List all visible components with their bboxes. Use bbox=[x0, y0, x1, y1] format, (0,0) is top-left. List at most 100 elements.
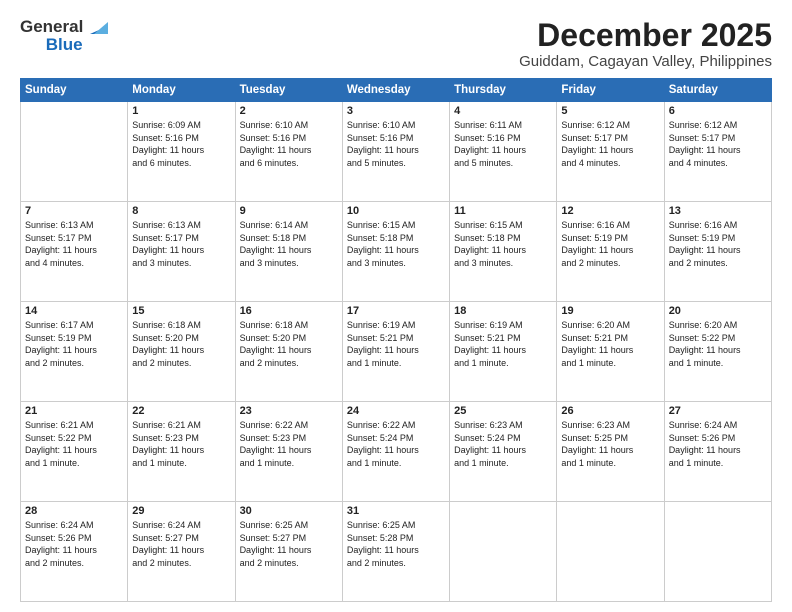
day-info: Sunrise: 6:15 AM Sunset: 5:18 PM Dayligh… bbox=[454, 219, 552, 269]
location-title: Guiddam, Cagayan Valley, Philippines bbox=[519, 53, 772, 70]
day-number: 1 bbox=[132, 105, 230, 117]
day-number: 10 bbox=[347, 205, 445, 217]
day-info: Sunrise: 6:14 AM Sunset: 5:18 PM Dayligh… bbox=[240, 219, 338, 269]
day-info: Sunrise: 6:12 AM Sunset: 5:17 PM Dayligh… bbox=[561, 119, 659, 169]
day-info: Sunrise: 6:25 AM Sunset: 5:27 PM Dayligh… bbox=[240, 519, 338, 569]
table-row: 14 Sunrise: 6:17 AM Sunset: 5:19 PM Dayli… bbox=[21, 302, 128, 402]
day-info: Sunrise: 6:13 AM Sunset: 5:17 PM Dayligh… bbox=[25, 219, 123, 269]
day-number: 18 bbox=[454, 305, 552, 317]
title-block: December 2025 Guiddam, Cagayan Valley, P… bbox=[519, 18, 772, 70]
day-number: 13 bbox=[669, 205, 767, 217]
table-row: 22 Sunrise: 6:21 AM Sunset: 5:23 PM Dayli… bbox=[128, 402, 235, 502]
table-row: 21Sunrise: 6:21 AM Sunset: 5:22 PM Dayli… bbox=[21, 402, 128, 502]
day-info: Sunrise: 6:23 AM Sunset: 5:25 PM Dayligh… bbox=[561, 419, 659, 469]
table-row: 27Sunrise: 6:24 AM Sunset: 5:26 PM Dayli… bbox=[664, 402, 771, 502]
weekday-header-row: Sunday Monday Tuesday Wednesday Thursday… bbox=[21, 79, 772, 102]
table-row: 1 Sunrise: 6:09 AM Sunset: 5:16 PM Daylig… bbox=[128, 102, 235, 202]
table-row: 31 Sunrise: 6:25 AM Sunset: 5:28 PM Dayli… bbox=[342, 502, 449, 602]
day-number: 29 bbox=[132, 505, 230, 517]
week-row-1: 1 Sunrise: 6:09 AM Sunset: 5:16 PM Daylig… bbox=[21, 102, 772, 202]
day-number: 23 bbox=[240, 405, 338, 417]
table-row: 26 Sunrise: 6:23 AM Sunset: 5:25 PM Dayli… bbox=[557, 402, 664, 502]
day-number: 14 bbox=[25, 305, 123, 317]
table-row: 11 Sunrise: 6:15 AM Sunset: 5:18 PM Dayli… bbox=[450, 202, 557, 302]
table-row: 10 Sunrise: 6:15 AM Sunset: 5:18 PM Dayli… bbox=[342, 202, 449, 302]
day-info: Sunrise: 6:21 AM Sunset: 5:23 PM Dayligh… bbox=[132, 419, 230, 469]
day-info: Sunrise: 6:10 AM Sunset: 5:16 PM Dayligh… bbox=[240, 119, 338, 169]
day-info: Sunrise: 6:24 AM Sunset: 5:26 PM Dayligh… bbox=[669, 419, 767, 469]
logo-image: General Blue bbox=[20, 18, 108, 53]
table-row: 24 Sunrise: 6:22 AM Sunset: 5:24 PM Dayli… bbox=[342, 402, 449, 502]
table-row: 6Sunrise: 6:12 AM Sunset: 5:17 PM Daylig… bbox=[664, 102, 771, 202]
table-row: 20Sunrise: 6:20 AM Sunset: 5:22 PM Dayli… bbox=[664, 302, 771, 402]
header-sunday: Sunday bbox=[21, 79, 128, 102]
calendar-table: Sunday Monday Tuesday Wednesday Thursday… bbox=[20, 78, 772, 602]
table-row: 19Sunrise: 6:20 AM Sunset: 5:21 PM Dayli… bbox=[557, 302, 664, 402]
table-row: 15Sunrise: 6:18 AM Sunset: 5:20 PM Dayli… bbox=[128, 302, 235, 402]
day-info: Sunrise: 6:18 AM Sunset: 5:20 PM Dayligh… bbox=[132, 319, 230, 369]
day-number: 11 bbox=[454, 205, 552, 217]
table-row: 28Sunrise: 6:24 AM Sunset: 5:26 PM Dayli… bbox=[21, 502, 128, 602]
table-row: 9 Sunrise: 6:14 AM Sunset: 5:18 PM Daylig… bbox=[235, 202, 342, 302]
table-row bbox=[21, 102, 128, 202]
table-row: 4 Sunrise: 6:11 AM Sunset: 5:16 PM Daylig… bbox=[450, 102, 557, 202]
table-row: 30 Sunrise: 6:25 AM Sunset: 5:27 PM Dayli… bbox=[235, 502, 342, 602]
day-info: Sunrise: 6:12 AM Sunset: 5:17 PM Dayligh… bbox=[669, 119, 767, 169]
day-number: 9 bbox=[240, 205, 338, 217]
day-number: 24 bbox=[347, 405, 445, 417]
day-info: Sunrise: 6:17 AM Sunset: 5:19 PM Dayligh… bbox=[25, 319, 123, 369]
table-row: 23 Sunrise: 6:22 AM Sunset: 5:23 PM Dayli… bbox=[235, 402, 342, 502]
day-info: Sunrise: 6:22 AM Sunset: 5:23 PM Dayligh… bbox=[240, 419, 338, 469]
day-number: 4 bbox=[454, 105, 552, 117]
day-info: Sunrise: 6:13 AM Sunset: 5:17 PM Dayligh… bbox=[132, 219, 230, 269]
table-row: 7 Sunrise: 6:13 AM Sunset: 5:17 PM Daylig… bbox=[21, 202, 128, 302]
week-row-3: 14 Sunrise: 6:17 AM Sunset: 5:19 PM Dayli… bbox=[21, 302, 772, 402]
logo-line2: Blue bbox=[46, 36, 83, 53]
day-number: 12 bbox=[561, 205, 659, 217]
header-thursday: Thursday bbox=[450, 79, 557, 102]
month-title: December 2025 bbox=[519, 18, 772, 53]
table-row: 2 Sunrise: 6:10 AM Sunset: 5:16 PM Daylig… bbox=[235, 102, 342, 202]
table-row: 12Sunrise: 6:16 AM Sunset: 5:19 PM Dayli… bbox=[557, 202, 664, 302]
day-number: 31 bbox=[347, 505, 445, 517]
table-row bbox=[664, 502, 771, 602]
day-info: Sunrise: 6:25 AM Sunset: 5:28 PM Dayligh… bbox=[347, 519, 445, 569]
day-info: Sunrise: 6:24 AM Sunset: 5:27 PM Dayligh… bbox=[132, 519, 230, 569]
day-number: 22 bbox=[132, 405, 230, 417]
day-info: Sunrise: 6:22 AM Sunset: 5:24 PM Dayligh… bbox=[347, 419, 445, 469]
table-row bbox=[450, 502, 557, 602]
table-row: 29 Sunrise: 6:24 AM Sunset: 5:27 PM Dayli… bbox=[128, 502, 235, 602]
page: General Blue December 2025 Guiddam, Caga… bbox=[0, 0, 792, 612]
day-number: 8 bbox=[132, 205, 230, 217]
table-row: 25 Sunrise: 6:23 AM Sunset: 5:24 PM Dayli… bbox=[450, 402, 557, 502]
day-number: 30 bbox=[240, 505, 338, 517]
day-info: Sunrise: 6:09 AM Sunset: 5:16 PM Dayligh… bbox=[132, 119, 230, 169]
day-number: 20 bbox=[669, 305, 767, 317]
table-row: 5 Sunrise: 6:12 AM Sunset: 5:17 PM Daylig… bbox=[557, 102, 664, 202]
day-info: Sunrise: 6:16 AM Sunset: 5:19 PM Dayligh… bbox=[669, 219, 767, 269]
day-number: 2 bbox=[240, 105, 338, 117]
table-row bbox=[557, 502, 664, 602]
week-row-2: 7 Sunrise: 6:13 AM Sunset: 5:17 PM Daylig… bbox=[21, 202, 772, 302]
day-info: Sunrise: 6:19 AM Sunset: 5:21 PM Dayligh… bbox=[454, 319, 552, 369]
day-number: 26 bbox=[561, 405, 659, 417]
day-number: 17 bbox=[347, 305, 445, 317]
day-info: Sunrise: 6:18 AM Sunset: 5:20 PM Dayligh… bbox=[240, 319, 338, 369]
day-info: Sunrise: 6:21 AM Sunset: 5:22 PM Dayligh… bbox=[25, 419, 123, 469]
day-info: Sunrise: 6:19 AM Sunset: 5:21 PM Dayligh… bbox=[347, 319, 445, 369]
day-info: Sunrise: 6:24 AM Sunset: 5:26 PM Dayligh… bbox=[25, 519, 123, 569]
header-monday: Monday bbox=[128, 79, 235, 102]
day-number: 7 bbox=[25, 205, 123, 217]
header-saturday: Saturday bbox=[664, 79, 771, 102]
day-info: Sunrise: 6:11 AM Sunset: 5:16 PM Dayligh… bbox=[454, 119, 552, 169]
day-number: 3 bbox=[347, 105, 445, 117]
header-wednesday: Wednesday bbox=[342, 79, 449, 102]
week-row-5: 28Sunrise: 6:24 AM Sunset: 5:26 PM Dayli… bbox=[21, 502, 772, 602]
day-number: 25 bbox=[454, 405, 552, 417]
logo: General Blue bbox=[20, 18, 108, 53]
day-number: 16 bbox=[240, 305, 338, 317]
day-number: 19 bbox=[561, 305, 659, 317]
day-info: Sunrise: 6:15 AM Sunset: 5:18 PM Dayligh… bbox=[347, 219, 445, 269]
day-number: 5 bbox=[561, 105, 659, 117]
day-info: Sunrise: 6:23 AM Sunset: 5:24 PM Dayligh… bbox=[454, 419, 552, 469]
